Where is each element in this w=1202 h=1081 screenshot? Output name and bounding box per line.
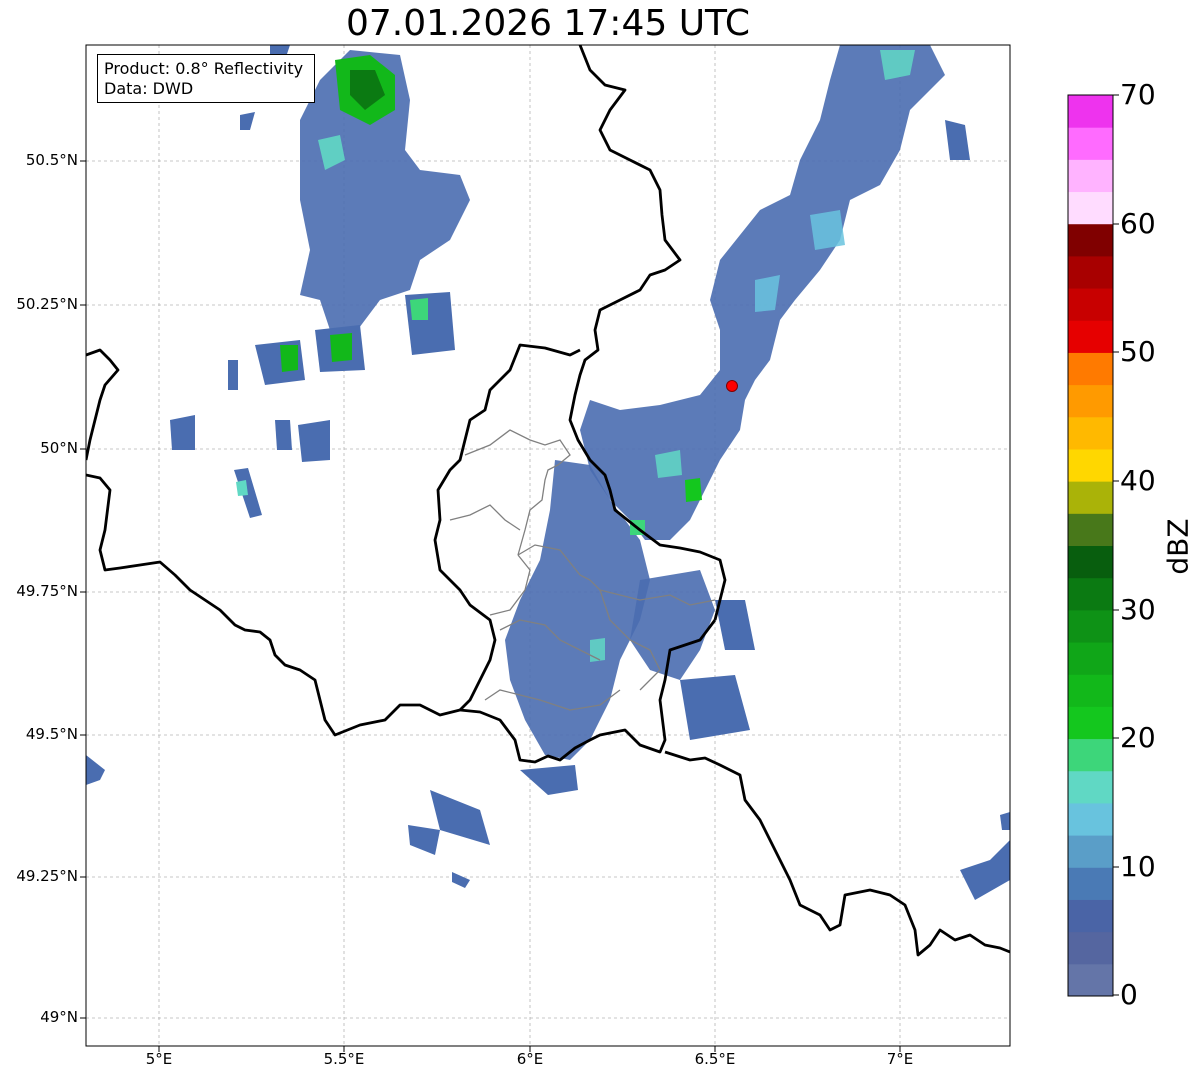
lat-label: 49.5°N: [25, 725, 78, 743]
lat-label: 50.25°N: [16, 295, 78, 313]
colorbar-segment: [1068, 513, 1113, 546]
colorbar-segment: [1068, 642, 1113, 675]
lat-label: 50.5°N: [25, 151, 78, 169]
colorbar-segment: [1068, 159, 1113, 193]
colorbar-tick-label: 60: [1120, 207, 1156, 240]
colorbar-segment: [1068, 545, 1113, 579]
echo-ne-green: [685, 478, 702, 502]
colorbar-segment: [1068, 416, 1113, 450]
colorbar-tick-label: 10: [1120, 850, 1156, 883]
colorbar-segment: [1068, 448, 1113, 482]
colorbar-tick-label: 40: [1120, 464, 1156, 497]
colorbar-segment: [1068, 770, 1113, 804]
lat-label: 50°N: [40, 439, 78, 457]
colorbar-tick-label: 20: [1120, 721, 1156, 754]
lon-label: 6°E: [516, 1050, 544, 1068]
colorbar-tick-label: 50: [1120, 335, 1156, 368]
colorbar-segment: [1068, 481, 1113, 514]
colorbar-segment: [1068, 609, 1113, 643]
echo-cell-west-1-core: [280, 345, 298, 372]
colorbar-segment: [1068, 835, 1113, 868]
colorbar-tick-label: 30: [1120, 593, 1156, 626]
colorbar-tick-label: 70: [1120, 78, 1156, 111]
colorbar-segment: [1068, 577, 1113, 611]
colorbar-segment: [1068, 288, 1113, 321]
colorbar-segment: [1068, 867, 1113, 900]
product-info-box: Product: 0.8° Reflectivity Data: DWD: [97, 54, 315, 103]
colorbar-segment: [1068, 352, 1113, 386]
colorbar-segment: [1068, 191, 1113, 225]
colorbar-segment: [1068, 384, 1113, 418]
lon-label: 5°E: [145, 1050, 173, 1068]
lon-label: 7°E: [886, 1050, 914, 1068]
echo-small-b: [170, 415, 195, 450]
colorbar-segment: [1068, 255, 1113, 289]
colorbar-tick-label: 0: [1120, 978, 1138, 1011]
echo-cell-west-2-core: [330, 333, 352, 362]
radar-site-marker: [726, 380, 738, 392]
lon-label: 6.5°E: [694, 1050, 736, 1068]
colorbar-segment: [1068, 320, 1113, 353]
colorbar-ticks: [1113, 94, 1119, 996]
colorbar-segment: [1068, 802, 1113, 836]
colorbar-segment: [1068, 223, 1113, 257]
lat-label: 49°N: [40, 1008, 78, 1026]
colorbar-segment: [1068, 899, 1113, 933]
colorbar-segment: [1068, 963, 1113, 997]
lat-label: 49.25°N: [16, 867, 78, 885]
lon-label: 5.5°E: [323, 1050, 365, 1068]
data-source-label: Data: DWD: [104, 79, 194, 98]
product-label: Product: 0.8° Reflectivity: [104, 59, 304, 78]
echo-ne-teal-4: [655, 450, 682, 478]
echo-small-c: [275, 420, 292, 450]
colorbar-segment: [1068, 738, 1113, 772]
lat-label: 49.75°N: [16, 582, 78, 600]
echo-ne-teal-2: [810, 210, 845, 250]
colorbar-unit-label: dBZ: [1161, 518, 1195, 575]
colorbar-segment: [1068, 674, 1113, 707]
echo-small-d: [298, 420, 330, 462]
colorbar: [1068, 95, 1113, 997]
colorbar-segment: [1068, 95, 1113, 128]
echo-cell-west-3-core: [410, 298, 428, 320]
colorbar-segment: [1068, 931, 1113, 965]
colorbar-segment: [1068, 127, 1113, 160]
echo-small-a: [228, 360, 238, 390]
radar-map: [80, 44, 1119, 1052]
colorbar-segment: [1068, 706, 1113, 740]
echo-small-e-teal: [236, 480, 248, 496]
